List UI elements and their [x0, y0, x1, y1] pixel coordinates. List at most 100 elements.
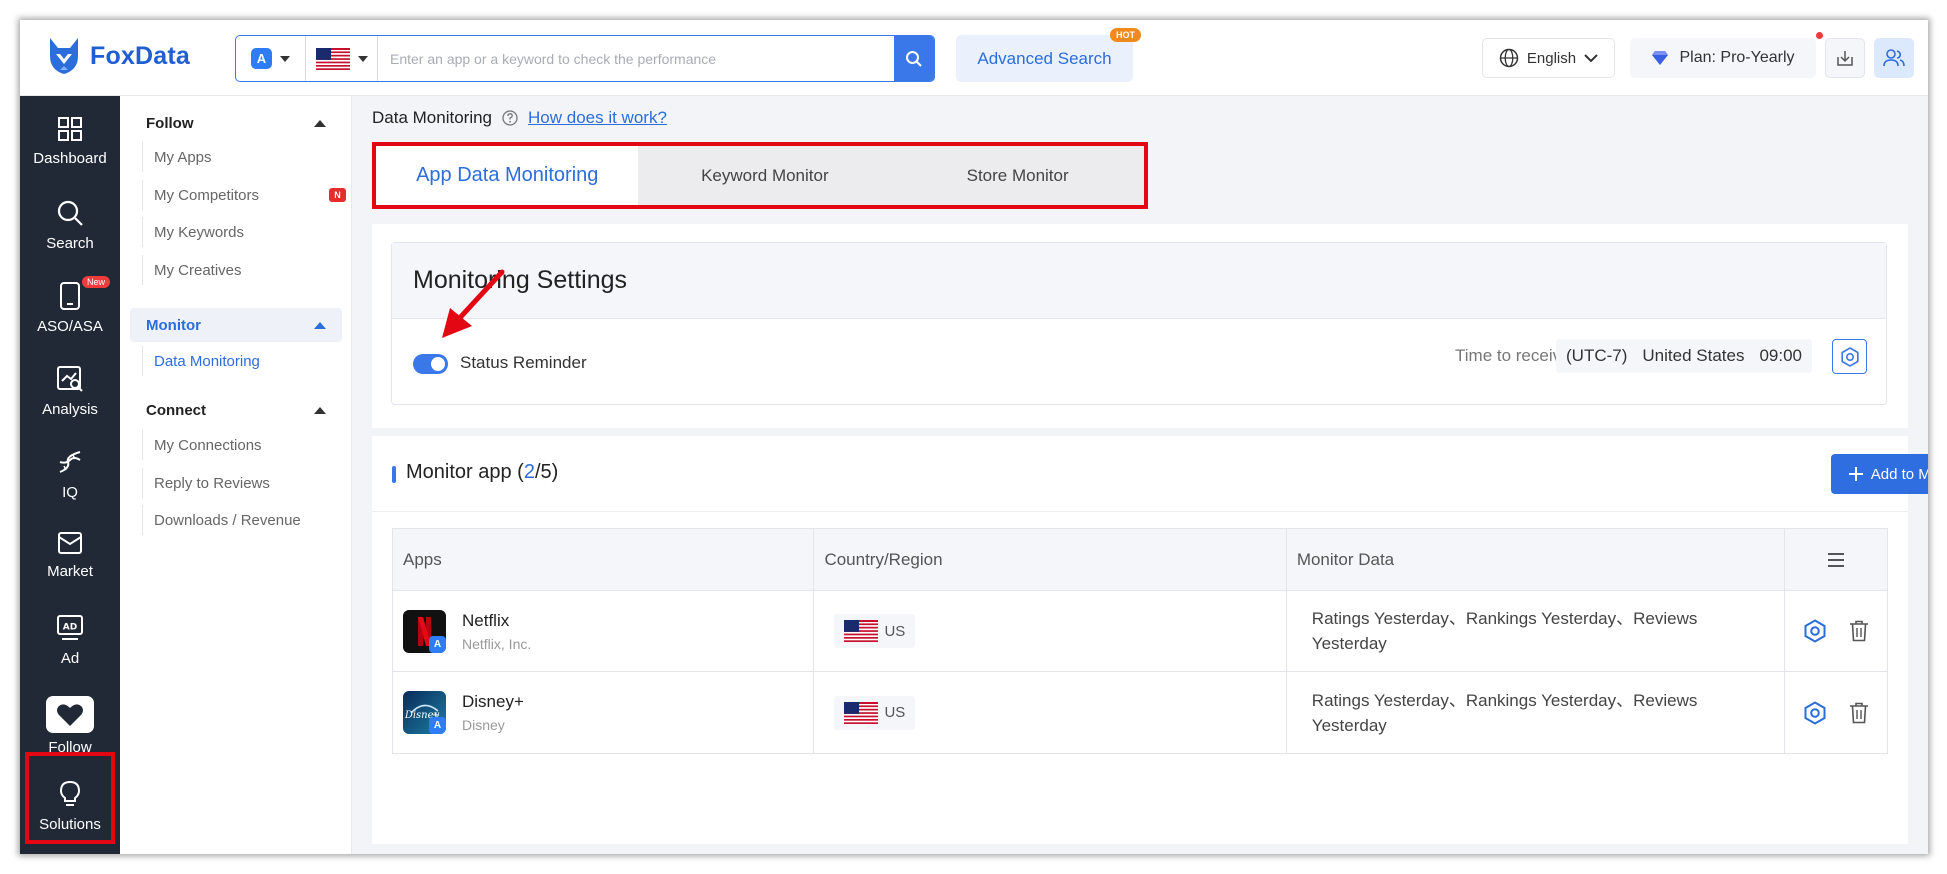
gear-icon[interactable]: [1803, 619, 1827, 643]
table-header-row: Apps Country/Region Monitor Data: [393, 529, 1887, 591]
us-flag-icon: [315, 47, 350, 70]
subnav-item-my-competitors[interactable]: My Competitors N: [142, 180, 346, 210]
plan-button[interactable]: Plan: Pro-Yearly: [1630, 38, 1816, 78]
nav-label: IQ: [62, 484, 78, 501]
subnav-section-monitor[interactable]: Monitor: [130, 308, 342, 342]
notification-dot: [1816, 32, 1823, 39]
table-row: A Netflix Netflix, Inc. US Ratings Yeste…: [393, 591, 1887, 672]
search-icon: [906, 50, 922, 67]
nav-item-analysis[interactable]: Analysis: [20, 355, 120, 425]
trash-icon[interactable]: [1849, 702, 1869, 724]
user-account-button[interactable]: [1874, 38, 1914, 78]
nav-item-iq[interactable]: IQ: [20, 438, 120, 508]
new-badge: New: [82, 276, 111, 288]
add-to-monitor-button[interactable]: Add to Monitor: [1831, 454, 1928, 494]
nav-item-market[interactable]: Market: [20, 521, 120, 591]
brand-logo[interactable]: FoxData: [46, 36, 190, 76]
netflix-app-icon[interactable]: A: [403, 609, 446, 653]
brand-name: FoxData: [90, 41, 191, 70]
menu-icon: [1828, 552, 1845, 567]
language-selector[interactable]: English: [1482, 38, 1615, 78]
main-content: Data Monitoring How does it work? App Da…: [352, 96, 1928, 854]
tab-app-data-monitoring[interactable]: App Data Monitoring: [376, 146, 639, 205]
subnav-item-my-connections[interactable]: My Connections: [142, 430, 342, 460]
diamond-icon: [1652, 51, 1669, 65]
search-button[interactable]: [894, 36, 934, 81]
monitor-data-cell: Ratings Yesterday、Rankings Yesterday、Rev…: [1287, 591, 1786, 671]
follow-tile: [46, 696, 94, 733]
status-reminder-label: Status Reminder: [460, 353, 587, 372]
subnav-item-reply-to-reviews[interactable]: Reply to Reviews: [142, 468, 342, 498]
subnav-item-my-creatives[interactable]: My Creatives: [142, 255, 342, 285]
nav-label: Market: [47, 563, 93, 580]
disney-app-icon[interactable]: Disney + A: [403, 691, 446, 734]
help-icon[interactable]: [502, 110, 518, 126]
tab-keyword-monitor[interactable]: Keyword Monitor: [638, 146, 891, 205]
subnav-section-follow[interactable]: Follow: [130, 106, 342, 140]
country-chip: US: [834, 695, 916, 730]
nav-label: Dashboard: [33, 150, 107, 167]
subnav-item-my-apps[interactable]: My Apps: [142, 142, 342, 172]
us-flag-icon: [844, 701, 879, 724]
country-selector[interactable]: [306, 36, 378, 81]
phone-icon: [60, 282, 80, 310]
mail-icon: [58, 532, 82, 554]
tab-store-monitor[interactable]: Store Monitor: [891, 146, 1144, 205]
time-to-receive-value: (UTC-7) United States 09:00: [1556, 339, 1812, 373]
section-title: Monitor: [146, 316, 201, 334]
hot-badge: HOT: [1110, 28, 1141, 42]
analysis-icon: [57, 366, 83, 392]
how-does-it-work-link[interactable]: How does it work?: [528, 108, 667, 128]
nav-item-ad[interactable]: AD Ad: [20, 604, 120, 674]
search-icon: [57, 200, 83, 226]
nav-label: Ad: [60, 650, 80, 667]
app-store-icon: A: [429, 717, 446, 734]
monitor-data-text: Ratings Yesterday、Rankings Yesterday、Rev…: [1311, 609, 1698, 653]
settings-title: Monitoring Settings: [392, 243, 1886, 319]
monitoring-settings-card: Monitoring Settings Status Reminder Time…: [391, 242, 1887, 405]
gear-icon[interactable]: [1803, 700, 1827, 725]
breadcrumb: Data Monitoring How does it work?: [372, 108, 667, 128]
chevron-down-icon: [1584, 54, 1598, 63]
trash-icon[interactable]: [1849, 620, 1869, 642]
status-reminder-toggle[interactable]: [413, 354, 448, 374]
app-search-box: A: [235, 35, 935, 82]
column-header-country: Country/Region: [814, 529, 1287, 590]
country-cell: US: [814, 591, 1287, 671]
section-marker: [392, 466, 396, 483]
users-icon: [1883, 49, 1905, 67]
subnav-section-connect[interactable]: Connect: [130, 393, 342, 427]
nav-item-search[interactable]: Search: [20, 189, 120, 259]
column-settings-button[interactable]: [1785, 529, 1887, 590]
nav-item-follow[interactable]: Follow: [20, 686, 120, 756]
subnav-item-my-keywords[interactable]: My Keywords: [142, 217, 342, 247]
app-name[interactable]: Disney+: [462, 692, 524, 712]
time-value: 09:00: [1759, 346, 1802, 365]
monitor-max: 5: [540, 461, 552, 483]
advanced-search-button[interactable]: Advanced Search: [956, 35, 1133, 82]
fox-logo-icon: [50, 38, 78, 74]
monitor-app-table: Apps Country/Region Monitor Data A Netfl…: [392, 528, 1888, 754]
actions-cell: [1785, 672, 1887, 753]
us-flag-icon: [844, 620, 879, 642]
subnav-item-downloads-revenue[interactable]: Downloads / Revenue: [142, 505, 342, 535]
nav-item-solutions[interactable]: Solutions: [20, 770, 120, 840]
app-cell: Disney + A Disney+ Disney: [393, 672, 815, 753]
subnav-item-data-monitoring[interactable]: Data Monitoring: [142, 346, 342, 376]
country-code: US: [884, 622, 906, 640]
ad-icon: AD: [57, 615, 83, 640]
time-settings-button[interactable]: [1832, 339, 1867, 374]
nav-item-aso-asa[interactable]: ASO/ASA New: [20, 272, 120, 342]
app-name[interactable]: Netflix: [462, 611, 531, 631]
top-header: FoxData A Advanced Search HOT: [20, 20, 1928, 96]
download-button[interactable]: [1825, 38, 1865, 78]
monitor-data-text: Ratings Yesterday、Rankings Yesterday、Rev…: [1311, 690, 1698, 735]
monitor-app-panel: Monitor app (2/5) Add to Monitor Apps Co…: [372, 436, 1928, 844]
search-input[interactable]: [378, 36, 894, 81]
secondary-sidebar: Follow My Apps My Competitors N My Keywo…: [120, 96, 352, 854]
nav-item-dashboard[interactable]: Dashboard: [20, 106, 120, 176]
column-header-monitor-data: Monitor Data: [1287, 529, 1786, 590]
globe-icon: [1499, 48, 1519, 68]
store-selector[interactable]: A: [236, 36, 306, 81]
new-badge: N: [329, 188, 346, 202]
